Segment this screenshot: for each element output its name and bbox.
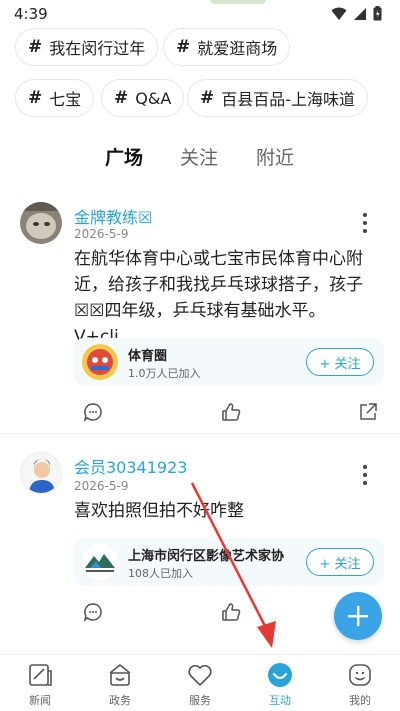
nav-item-government[interactable]: 政务: [90, 661, 150, 708]
interact-icon: [268, 663, 292, 687]
tab-square[interactable]: 广场: [105, 143, 143, 170]
topic-chip-label: 就爱逛商场: [197, 39, 278, 58]
topic-chip[interactable]: # 七宝: [15, 79, 95, 117]
hashtag-icon: #: [176, 37, 191, 57]
follow-button[interactable]: + 关注: [306, 348, 374, 376]
more-options-icon[interactable]: [358, 464, 372, 486]
post-divider: [0, 433, 400, 434]
circle-logo-icon: [82, 344, 118, 380]
avatar[interactable]: [20, 452, 62, 494]
topic-chip-label: Q&A: [135, 88, 172, 108]
topic-chip-label: 我在闵行过年: [49, 39, 146, 58]
bottom-nav: 新闻 政务 服务 互动 我的: [0, 654, 400, 711]
status-icons: [331, 6, 382, 21]
topic-chip-label: 七宝: [49, 90, 82, 109]
comment-icon[interactable]: [83, 602, 103, 622]
comment-icon[interactable]: [83, 402, 103, 422]
topic-chip[interactable]: # 就爱逛商场: [163, 28, 291, 66]
battery-icon: [373, 6, 382, 21]
status-bar: 4:39: [0, 0, 400, 28]
add-post-button[interactable]: [334, 592, 382, 640]
status-bar-sliver: [210, 0, 266, 4]
topic-chip[interactable]: # 百县百品-上海味道: [187, 79, 369, 117]
post-body[interactable]: 喜欢拍照但拍不好咋整: [74, 498, 384, 524]
like-thumb-icon[interactable]: [221, 602, 241, 622]
hashtag-icon: #: [28, 88, 43, 108]
circle-name: 体育圈: [128, 349, 168, 364]
circle-member-count: 1.0万人已加入: [128, 367, 201, 380]
nav-item-news[interactable]: 新闻: [10, 661, 70, 708]
feed-tabs: 广场 关注 附近: [0, 143, 400, 173]
nav-label: 我的: [349, 694, 371, 707]
nav-item-interact[interactable]: 互动: [250, 661, 310, 708]
heart-icon: [188, 664, 212, 686]
circle-logo-icon: [82, 544, 118, 580]
profile-face-icon: [349, 664, 371, 686]
tab-following[interactable]: 关注: [180, 143, 218, 170]
circle-card[interactable]: 体育圈 1.0万人已加入 + 关注: [74, 338, 384, 386]
topic-chip[interactable]: # Q&A: [101, 79, 185, 117]
hashtag-icon: #: [200, 88, 215, 108]
news-icon: [29, 664, 52, 686]
government-icon: [109, 663, 131, 686]
post-body[interactable]: 在航华体育中心或七宝市民体育中心附近，给孩子和我找乒乓球球搭子，孩子☒☒四年级，…: [74, 246, 384, 350]
hashtag-icon: #: [114, 88, 129, 108]
nav-item-profile[interactable]: 我的: [330, 661, 390, 708]
topic-chip-label: 百县百品-上海味道: [221, 90, 356, 109]
hashtag-icon: #: [28, 37, 43, 57]
circle-member-count: 108人已加入: [128, 567, 193, 580]
cell-signal-icon: [354, 7, 366, 20]
nav-label: 互动: [269, 694, 291, 707]
wifi-icon: [331, 7, 347, 20]
more-options-icon[interactable]: [358, 212, 372, 234]
nav-item-services[interactable]: 服务: [170, 661, 230, 708]
follow-button[interactable]: + 关注: [306, 548, 374, 576]
post-date: 2026-5-9: [74, 479, 129, 493]
like-thumb-icon[interactable]: [221, 402, 241, 422]
tab-nearby[interactable]: 附近: [256, 143, 294, 170]
nav-label: 新闻: [29, 694, 51, 707]
plus-icon: [348, 606, 368, 626]
circle-card[interactable]: 上海市闵行区影像艺术家协 108人已加入 + 关注: [74, 538, 384, 586]
status-time: 4:39: [14, 5, 48, 23]
post-date: 2026-5-9: [74, 227, 129, 241]
topic-chip[interactable]: # 我在闵行过年: [15, 28, 159, 66]
post-username[interactable]: 会员30341923: [74, 454, 187, 478]
nav-label: 服务: [189, 694, 211, 707]
share-icon[interactable]: [358, 402, 378, 422]
post-username[interactable]: 金牌教练☒: [74, 204, 152, 228]
avatar[interactable]: [20, 202, 62, 244]
nav-label: 政务: [109, 694, 131, 707]
circle-name: 上海市闵行区影像艺术家协: [128, 549, 285, 564]
